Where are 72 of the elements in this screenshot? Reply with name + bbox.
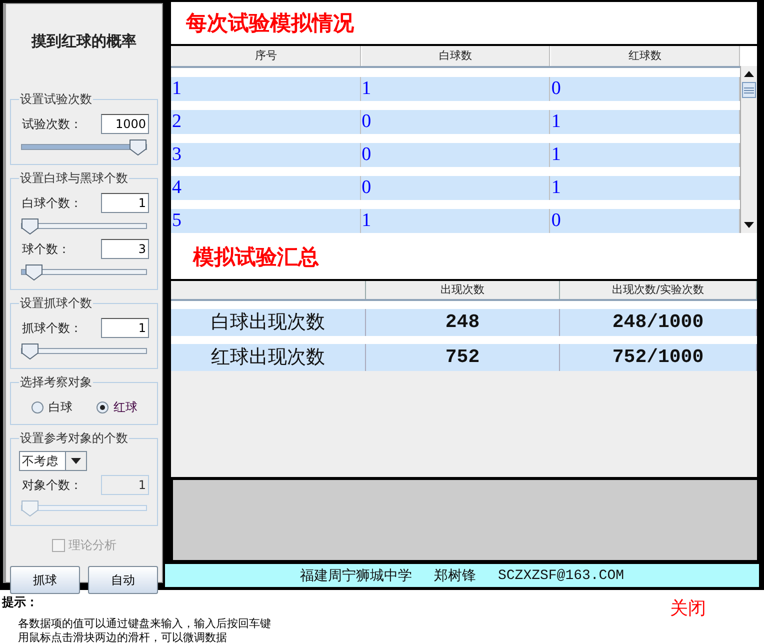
slider[interactable] xyxy=(21,218,147,235)
dropdown[interactable]: 不考虑 xyxy=(19,451,87,471)
column-header: 序号 xyxy=(171,46,361,66)
slider-thumb[interactable] xyxy=(21,343,39,360)
table-cell: 5 xyxy=(171,209,361,233)
field-label: 白球个数： xyxy=(21,194,82,212)
table-cell: 0 xyxy=(550,209,740,233)
hint-title: 提示： xyxy=(2,594,38,611)
input-field[interactable]: 1000 xyxy=(101,114,149,134)
slider-thumb[interactable] xyxy=(25,264,44,281)
table-cell: 白球出现次数 xyxy=(171,309,366,336)
radio-icon xyxy=(30,401,44,414)
down-arrow-icon[interactable] xyxy=(744,222,754,228)
table-cell: 1 xyxy=(360,77,550,101)
radio-icon xyxy=(96,401,108,414)
table-cell: 红球出现次数 xyxy=(171,344,366,371)
up-arrow-icon[interactable] xyxy=(744,71,754,77)
radio-button[interactable]: 红球 xyxy=(96,399,138,416)
app-title: 摸到红球的概率 xyxy=(32,32,136,51)
table-cell: 3 xyxy=(171,143,361,167)
table-cell: 0 xyxy=(360,110,550,134)
action-button[interactable]: 自动 xyxy=(88,566,158,594)
table-cell: 248/1000 xyxy=(560,309,757,336)
scroll-thumb[interactable] xyxy=(742,82,756,98)
table-cell: 2 xyxy=(171,110,361,134)
field-label: 球个数： xyxy=(21,240,70,258)
field-label: 对象个数： xyxy=(21,476,82,494)
scrollbar[interactable] xyxy=(740,66,757,233)
section-title: 每次试验模拟情况 xyxy=(186,9,354,37)
section-title: 模拟试验汇总 xyxy=(193,243,319,271)
input-field[interactable]: 3 xyxy=(101,239,149,259)
footer-text: 福建周宁狮城中学 xyxy=(300,566,412,584)
column-header: 出现次数/实验次数 xyxy=(560,281,757,299)
footer-text: SCZXZSF@163.COM xyxy=(498,568,624,584)
column-header: 红球数 xyxy=(550,46,740,66)
table-cell: 1 xyxy=(550,110,740,134)
table-cell: 0 xyxy=(360,143,550,167)
caret-icon xyxy=(71,458,81,464)
hint-text: 各数据项的值可以通过键盘来输入，输入后按回车键 xyxy=(17,617,272,631)
slider[interactable] xyxy=(21,264,147,281)
group-label: 设置试验次数 xyxy=(19,91,93,108)
table-cell: 0 xyxy=(550,77,740,101)
input-field[interactable]: 1 xyxy=(101,318,149,338)
group-label: 设置抓球个数 xyxy=(19,295,93,312)
column-header: 白球数 xyxy=(360,46,550,66)
table-cell: 1 xyxy=(550,143,740,167)
table-cell: 0 xyxy=(360,176,550,200)
table-cell: 4 xyxy=(171,176,361,200)
radio-button[interactable]: 白球 xyxy=(30,399,72,416)
slider-thumb[interactable] xyxy=(21,218,39,235)
hint-text: 用鼠标点击滑块两边的滑杆，可以微调数据 xyxy=(17,631,228,644)
slider[interactable] xyxy=(21,139,147,156)
table-cell: 752 xyxy=(366,344,560,371)
table-cell: 1 xyxy=(360,209,550,233)
table-cell: 752/1000 xyxy=(560,344,757,371)
table-cell: 248 xyxy=(366,309,560,336)
action-button[interactable]: 抓球 xyxy=(10,566,80,594)
field-label: 试验次数： xyxy=(21,116,82,132)
footer-text: 郑树锋 xyxy=(434,566,476,584)
checkbox-icon xyxy=(52,539,64,552)
column-header: 出现次数 xyxy=(366,281,560,299)
slider[interactable] xyxy=(21,500,147,517)
field-label: 抓球个数： xyxy=(21,320,82,336)
input-field[interactable]: 1 xyxy=(101,193,149,213)
close-button[interactable]: 关闭 xyxy=(670,596,706,620)
slider[interactable] xyxy=(21,343,147,360)
group-label: 设置参考对象的个数 xyxy=(19,430,129,447)
slider-thumb[interactable] xyxy=(129,139,147,156)
group-label: 选择考察对象 xyxy=(19,374,93,391)
table-cell: 1 xyxy=(550,176,740,200)
table-cell: 1 xyxy=(171,77,361,101)
group-label: 设置白球与黑球个数 xyxy=(19,170,129,187)
